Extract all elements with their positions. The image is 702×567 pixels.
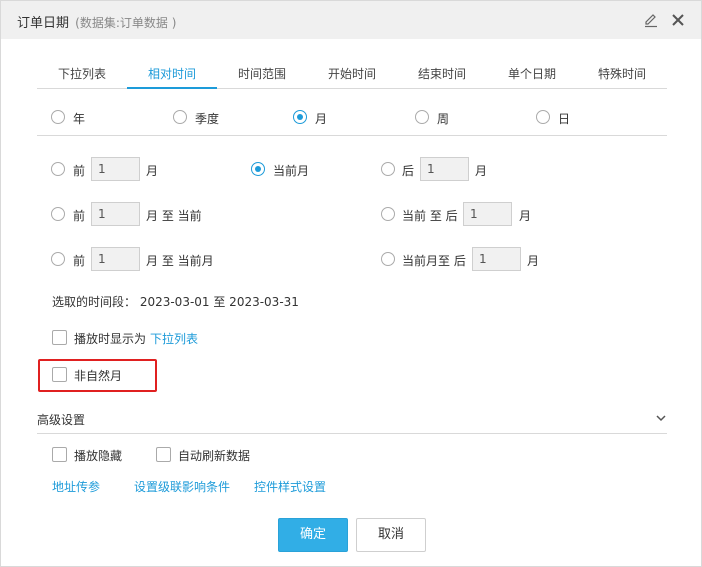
display-as-label: 播放时显示为 [74,332,147,346]
dialog-title: 订单日期 (数据集:订单数据 ) [17,12,176,31]
tab-dropdown-list[interactable]: 下拉列表 [37,65,127,89]
option-prev-n-to-current-month-label: 前 [73,254,86,268]
option-prev-n-to-current-month-radio[interactable] [51,252,65,266]
non-natural-month-label: 非自然月 [74,369,123,383]
hide-on-play-checkbox[interactable] [52,447,67,462]
option-current-month-to-next-n-label: 当前月至 后 [402,254,466,268]
option-current-month-radio[interactable] [251,162,265,176]
tab-start-time[interactable]: 开始时间 [307,65,397,89]
prev-n-to-current-month-input[interactable] [91,247,140,271]
url-param-link[interactable]: 地址传参 [52,478,100,495]
dialog-title-text: 订单日期 [17,16,70,31]
prev-n-unit: 月 [146,164,159,178]
current-to-next-n-input[interactable] [463,202,512,226]
option-next-n-label: 后 [402,164,415,178]
option-current-to-next-n-radio[interactable] [381,207,395,221]
current-to-next-n-unit: 月 [519,209,532,223]
current-month-to-next-n-input[interactable] [472,247,521,271]
unit-divider [37,135,667,136]
advanced-settings-title: 高级设置 [37,413,86,427]
next-n-input[interactable] [420,157,469,181]
unit-day-label: 日 [558,112,571,126]
unit-quarter-label: 季度 [195,112,220,126]
advanced-divider [37,433,667,434]
prev-n-input[interactable] [91,157,140,181]
option-prev-n-to-current-label: 前 [73,209,86,223]
cascade-condition-link[interactable]: 设置级联影响条件 [134,478,230,495]
cancel-button[interactable]: 取消 [356,518,426,552]
tab-bar: 下拉列表 相对时间 时间范围 开始时间 结束时间 单个日期 特殊时间 [37,61,667,89]
dialog-dataset-label: (数据集:订单数据 ) [75,16,177,30]
option-current-month-label: 当前月 [273,164,310,178]
unit-year-label: 年 [73,112,86,126]
date-filter-dialog: 订单日期 (数据集:订单数据 ) 下拉列表 相对时间 时间范围 开始时间 结束时… [0,0,702,567]
option-prev-n-label: 前 [73,164,86,178]
option-prev-n-to-current-radio[interactable] [51,207,65,221]
unit-month-radio[interactable] [293,110,307,124]
option-current-month-to-next-n-radio[interactable] [381,252,395,266]
unit-day-radio[interactable] [536,110,550,124]
tab-relative-time[interactable]: 相对时间 [127,65,217,89]
hide-on-play-label: 播放隐藏 [74,449,123,463]
unit-year-radio[interactable] [51,110,65,124]
auto-refresh-checkbox[interactable] [156,447,171,462]
dialog-titlebar: 订单日期 (数据集:订单数据 ) [1,1,701,39]
selected-range-text: 选取的时间段： 2023-03-01 至 2023-03-31 [52,295,299,309]
tab-single-date[interactable]: 单个日期 [487,65,577,89]
current-month-to-next-n-unit: 月 [527,254,540,268]
confirm-button[interactable]: 确定 [278,518,348,552]
non-natural-month-checkbox[interactable] [52,367,67,382]
edit-icon[interactable] [642,11,660,29]
display-as-dropdown-link[interactable]: 下拉列表 [150,330,198,347]
tab-end-time[interactable]: 结束时间 [397,65,487,89]
next-n-unit: 月 [475,164,488,178]
option-current-to-next-n-label: 当前 至 后 [402,209,458,223]
unit-month-label: 月 [315,112,328,126]
display-as-checkbox[interactable] [52,330,67,345]
option-prev-n-radio[interactable] [51,162,65,176]
unit-week-radio[interactable] [415,110,429,124]
control-style-link[interactable]: 控件样式设置 [254,478,326,495]
unit-quarter-radio[interactable] [173,110,187,124]
prev-n-to-current-month-suffix: 月 至 当前月 [146,254,214,268]
tab-special-time[interactable]: 特殊时间 [577,65,667,89]
prev-n-to-current-input[interactable] [91,202,140,226]
tab-time-range[interactable]: 时间范围 [217,65,307,89]
unit-week-label: 周 [437,112,450,126]
auto-refresh-label: 自动刷新数据 [178,449,251,463]
option-next-n-radio[interactable] [381,162,395,176]
chevron-down-icon[interactable] [654,411,668,425]
close-icon[interactable] [669,11,687,29]
prev-n-to-current-suffix: 月 至 当前 [146,209,202,223]
